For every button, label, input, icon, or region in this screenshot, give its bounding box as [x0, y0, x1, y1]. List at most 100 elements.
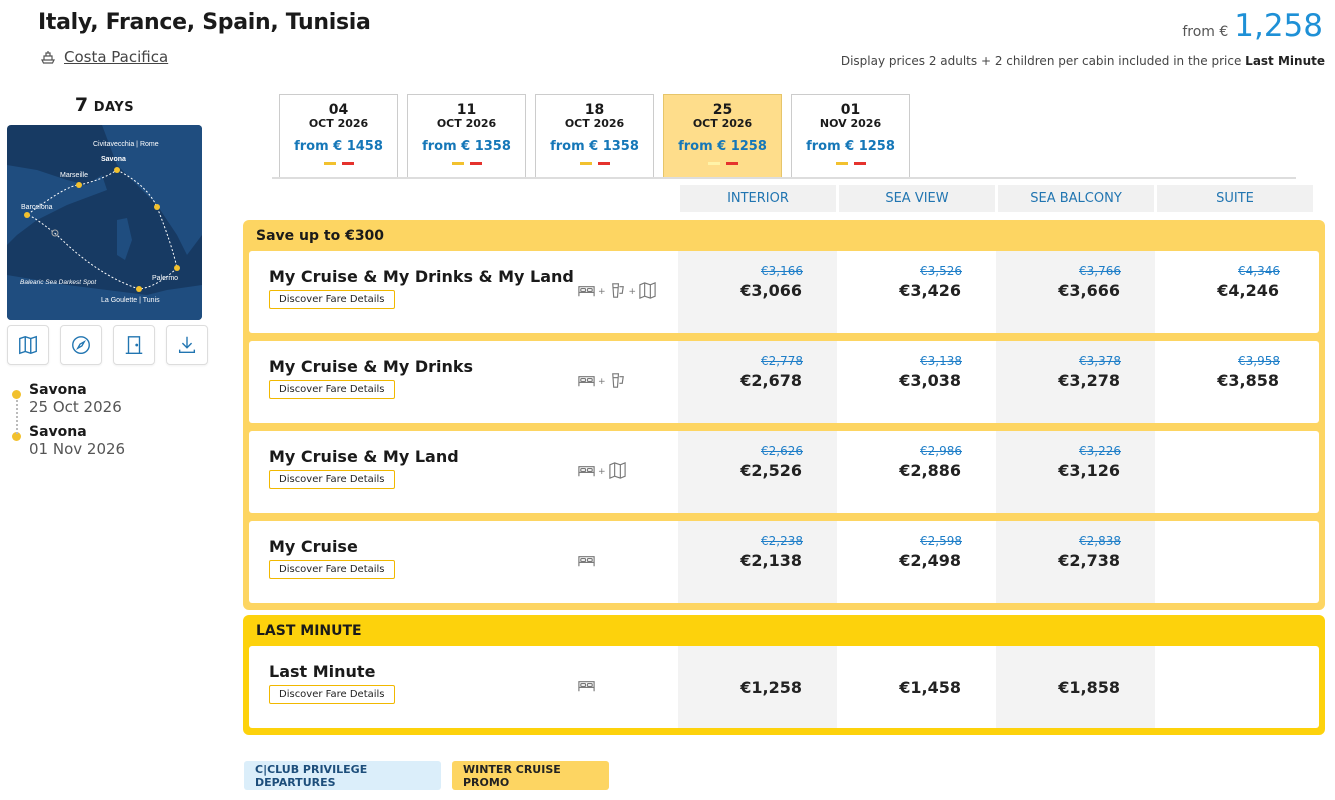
- tabs-divider: [272, 177, 1296, 179]
- compass-button[interactable]: [60, 325, 102, 365]
- tab-month: OCT 2026: [436, 117, 497, 130]
- price-cell[interactable]: €3,766 €3,666: [996, 251, 1155, 333]
- ship-name[interactable]: Costa Pacifica: [64, 48, 168, 66]
- download-button[interactable]: [166, 325, 208, 365]
- fare-inclusions: +: [577, 371, 627, 393]
- price-cell: [1155, 521, 1314, 603]
- date-tab[interactable]: 18 OCT 2026 from € 1358: [535, 94, 654, 178]
- port-marker: [154, 204, 160, 210]
- current-price: €3,278: [1058, 371, 1120, 390]
- fare-info: My Cruise Discover Fare Details: [249, 521, 678, 603]
- old-price: €3,958: [1238, 354, 1280, 368]
- page-title: Italy, France, Spain, Tunisia: [38, 10, 371, 35]
- date-tab-selected[interactable]: 25 OCT 2026 from € 1258: [663, 94, 782, 178]
- ship-link[interactable]: Costa Pacifica: [40, 48, 168, 66]
- current-price: €1,258: [740, 678, 802, 697]
- current-price: €1,858: [1058, 678, 1120, 697]
- price-cell[interactable]: €1,858: [996, 646, 1155, 728]
- price-cell[interactable]: €3,226 €3,126: [996, 431, 1155, 513]
- price-cell[interactable]: €1,458: [837, 646, 996, 728]
- map-label-savona: Savona: [101, 156, 126, 163]
- cabin-button[interactable]: [113, 325, 155, 365]
- fare-info: My Cruise & My Drinks Discover Fare Detai…: [249, 341, 678, 423]
- tab-month: NOV 2026: [819, 117, 882, 130]
- price-cell[interactable]: €2,626 €2,526: [678, 431, 837, 513]
- compass-icon: [72, 336, 90, 354]
- promo-flags: [536, 162, 653, 165]
- itinerary: Savona 25 Oct 2026 Savona 01 Nov 2026: [12, 382, 125, 466]
- group-title: Save up to €300: [256, 227, 385, 244]
- tab-month: OCT 2026: [308, 117, 369, 130]
- current-price: €2,138: [740, 551, 802, 570]
- land-map-icon: [638, 281, 657, 303]
- discover-fare-details-button[interactable]: Discover Fare Details: [269, 290, 395, 309]
- fare-inclusions: + +: [577, 281, 657, 303]
- date-tab[interactable]: 04 OCT 2026 from € 1458: [279, 94, 398, 178]
- price-cell[interactable]: €2,778 €2,678: [678, 341, 837, 423]
- price-cell[interactable]: €3,166 €3,066: [678, 251, 837, 333]
- price-cell[interactable]: €3,958 €3,858: [1155, 341, 1314, 423]
- price-cell[interactable]: €3,378 €3,278: [996, 341, 1155, 423]
- map-label-palermo: Palermo: [152, 275, 178, 282]
- price-cell[interactable]: €2,986 €2,886: [837, 431, 996, 513]
- stop-port: Savona: [29, 382, 87, 398]
- fare-inclusions: +: [577, 461, 627, 483]
- current-price: €2,738: [1058, 551, 1120, 570]
- price-cell[interactable]: €3,138 €3,038: [837, 341, 996, 423]
- tab-price: from € 1258: [806, 139, 895, 154]
- route-map[interactable]: Civitavecchia | Rome Savona Marseille Ba…: [7, 125, 202, 320]
- discover-fare-details-button[interactable]: Discover Fare Details: [269, 380, 395, 399]
- price-from: from € 1,258: [1182, 8, 1323, 44]
- fare-name: Last Minute: [269, 662, 376, 681]
- map-label-civitavecchia: Civitavecchia | Rome: [93, 141, 159, 148]
- discover-fare-details-button[interactable]: Discover Fare Details: [269, 685, 395, 704]
- port-marker: [114, 167, 120, 173]
- old-price: €2,778: [761, 354, 803, 368]
- itinerary-stop: Savona 25 Oct 2026: [12, 382, 125, 416]
- promo-flags: [280, 162, 397, 165]
- ship-icon: [41, 51, 55, 64]
- promo-flags: [408, 162, 525, 165]
- current-price: €4,246: [1217, 281, 1279, 300]
- stop-port: Savona: [29, 424, 87, 440]
- badge-cclub[interactable]: C|CLUB PRIVILEGE DEPARTURES: [244, 761, 441, 790]
- port-marker: [24, 212, 30, 218]
- bed-icon: [577, 281, 596, 303]
- col-sea-view: SEA VIEW: [839, 185, 995, 212]
- duration: 7 DAYS: [8, 94, 201, 116]
- current-price: €3,126: [1058, 461, 1120, 480]
- discover-fare-details-button[interactable]: Discover Fare Details: [269, 470, 395, 489]
- tab-price: from € 1358: [422, 139, 511, 154]
- tab-month: OCT 2026: [692, 117, 753, 130]
- tab-day: 11: [456, 102, 477, 118]
- price-cell[interactable]: €3,526 €3,426: [837, 251, 996, 333]
- fare-info: My Cruise & My Land Discover Fare Details…: [249, 431, 678, 513]
- promo-flags: [664, 162, 781, 165]
- sidebar-toolbar: [7, 325, 208, 365]
- price-cell[interactable]: €2,838 €2,738: [996, 521, 1155, 603]
- badge-winter-promo[interactable]: WINTER CRUISE PROMO: [452, 761, 609, 790]
- price-cell[interactable]: €2,598 €2,498: [837, 521, 996, 603]
- price-cell[interactable]: €4,346 €4,246: [1155, 251, 1314, 333]
- date-tab[interactable]: 11 OCT 2026 from € 1358: [407, 94, 526, 178]
- fare-group-last-minute: LAST MINUTE Last Minute Discover Fare Det…: [243, 615, 1325, 735]
- promo-flags: [792, 162, 909, 165]
- map-label-barcelona: Barcelona: [21, 204, 53, 211]
- plus-icon: +: [628, 287, 637, 297]
- old-price: €2,238: [761, 534, 803, 548]
- current-price: €3,426: [899, 281, 961, 300]
- port-marker: [174, 265, 180, 271]
- fare-group-save: Save up to €300 My Cruise & My Drinks & …: [243, 220, 1325, 610]
- price-cell[interactable]: €1,258: [678, 646, 837, 728]
- tab-day: 01: [840, 102, 861, 118]
- current-price: €3,038: [899, 371, 961, 390]
- group-title: LAST MINUTE: [256, 622, 362, 639]
- fare-info: Last Minute Discover Fare Details: [249, 646, 678, 728]
- old-price: €2,626: [761, 444, 803, 458]
- date-tab[interactable]: 01 NOV 2026 from € 1258: [791, 94, 910, 178]
- current-price: €2,498: [899, 551, 961, 570]
- old-price: €3,526: [920, 264, 962, 278]
- map-button[interactable]: [7, 325, 49, 365]
- price-cell[interactable]: €2,238 €2,138: [678, 521, 837, 603]
- discover-fare-details-button[interactable]: Discover Fare Details: [269, 560, 395, 579]
